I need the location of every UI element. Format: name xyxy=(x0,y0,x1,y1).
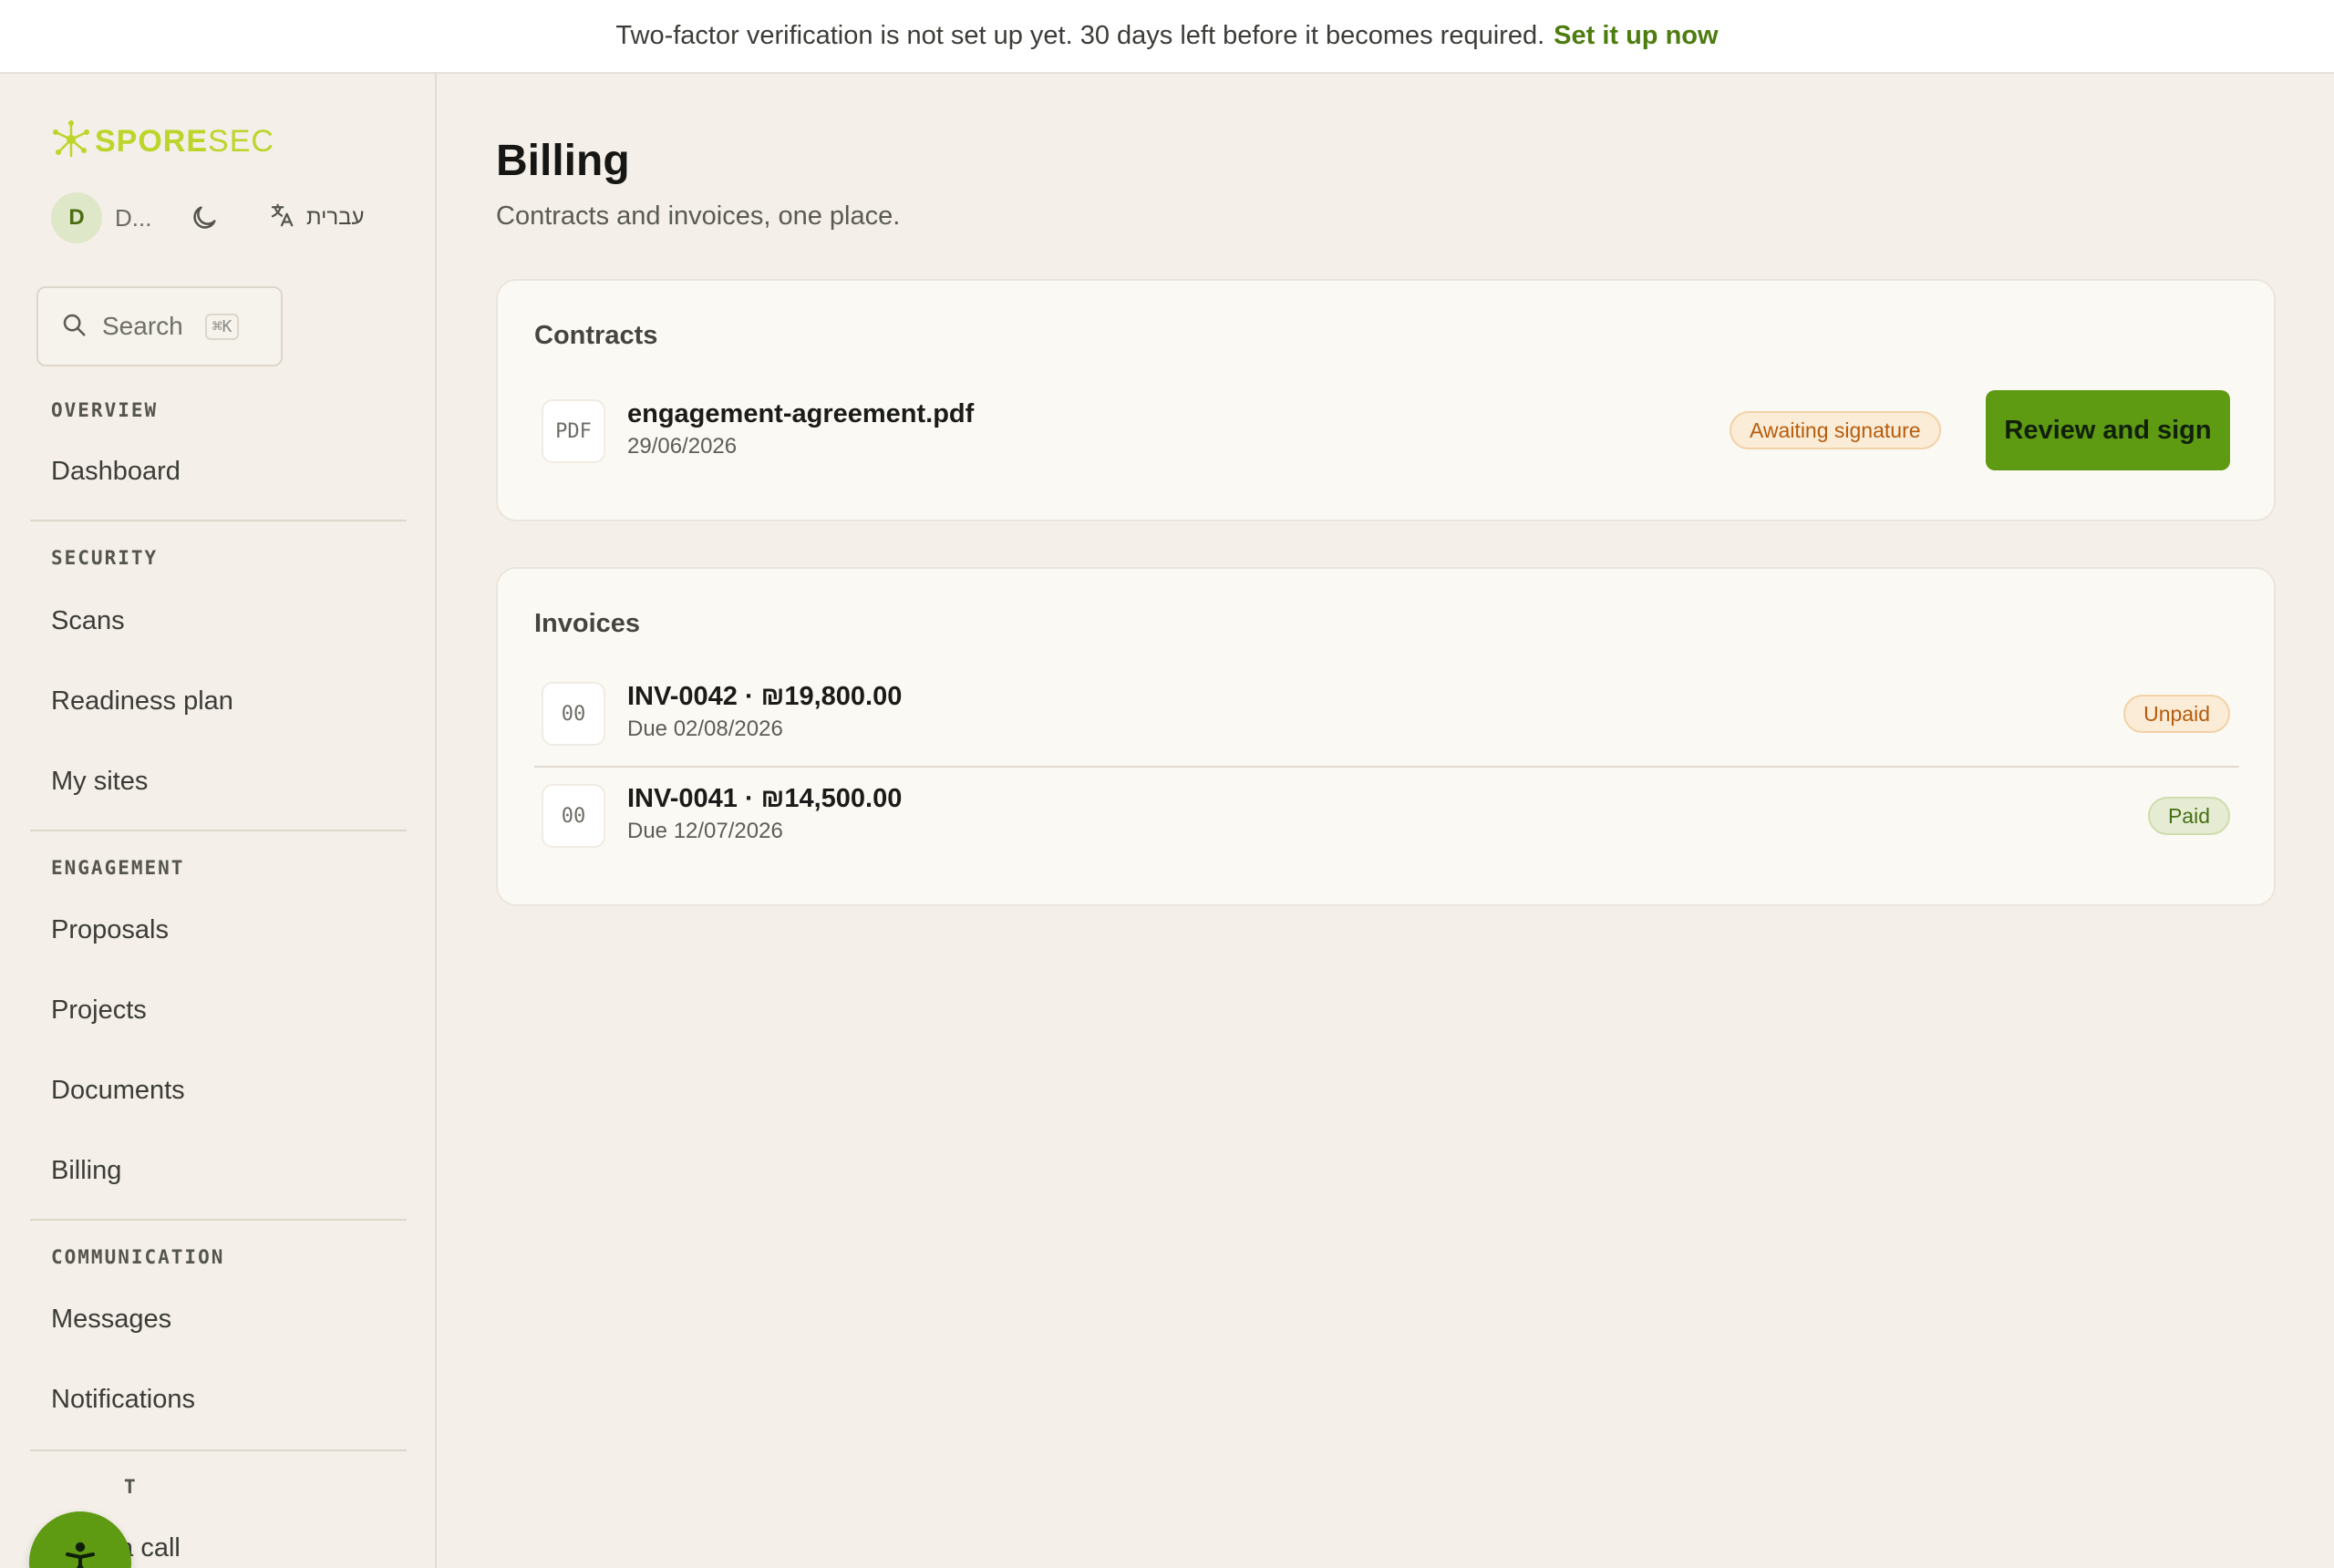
contract-date: 29/06/2026 xyxy=(627,434,738,459)
status-badge: Unpaid xyxy=(2123,695,2230,733)
sidebar-item-messages[interactable]: Messages xyxy=(51,1305,171,1335)
language-label: עברית xyxy=(306,205,365,230)
logo[interactable]: SPORESEC xyxy=(51,119,274,164)
search-shortcut-badge: ⌘K xyxy=(204,313,240,340)
sidebar-item-scans[interactable]: Scans xyxy=(51,606,125,636)
user-name[interactable]: D... xyxy=(115,204,151,232)
page-subtitle: Contracts and invoices, one place. xyxy=(496,201,901,231)
user-row: D D... עברית xyxy=(51,192,364,243)
accessibility-button[interactable] xyxy=(29,1511,131,1568)
invoice-due-date: Due 12/07/2026 xyxy=(627,819,783,843)
invoice-title[interactable]: INV-0042 · ₪19,800.00 xyxy=(627,682,902,712)
nav-section-engagement: ENGAGEMENT xyxy=(51,857,185,879)
nav-divider xyxy=(30,520,407,521)
sidebar-item-proposals[interactable]: Proposals xyxy=(51,915,169,945)
invoice-file-icon: 00 xyxy=(542,784,605,848)
sidebar-item-documents[interactable]: Documents xyxy=(51,1076,185,1106)
setup-2fa-link[interactable]: Set it up now xyxy=(1554,21,1718,51)
invoices-title: Invoices xyxy=(534,609,641,638)
sidebar-item-projects[interactable]: Projects xyxy=(51,995,147,1026)
accessibility-icon xyxy=(58,1539,102,1568)
invoice-due-date: Due 02/08/2026 xyxy=(627,717,783,741)
pdf-file-icon: PDF xyxy=(542,399,605,463)
logo-wordmark: SPORESEC xyxy=(95,124,274,159)
contracts-card: Contracts PDF engagement-agreement.pdf 2… xyxy=(496,279,2276,521)
nav-section-support: T xyxy=(124,1476,138,1498)
search-input[interactable]: Search ⌘K xyxy=(36,286,283,366)
banner-message: Two-factor verification is not set up ye… xyxy=(615,21,1545,50)
sidebar: SPORESEC D D... עברית Search ⌘K OVERVIEW… xyxy=(0,74,437,1568)
page-title: Billing xyxy=(496,137,630,185)
nav-divider xyxy=(30,1219,407,1221)
contract-filename[interactable]: engagement-agreement.pdf xyxy=(627,399,974,429)
review-and-sign-button[interactable]: Review and sign xyxy=(1986,390,2230,470)
moon-icon[interactable] xyxy=(188,201,221,234)
status-badge: Paid xyxy=(2147,797,2230,835)
sidebar-item-billing[interactable]: Billing xyxy=(51,1156,121,1186)
nav-section-overview: OVERVIEW xyxy=(51,399,159,421)
invoice-title[interactable]: INV-0041 · ₪14,500.00 xyxy=(627,784,902,814)
avatar[interactable]: D xyxy=(51,192,102,243)
contracts-title: Contracts xyxy=(534,321,658,350)
nav-section-communication: COMMUNICATION xyxy=(51,1246,225,1268)
invoices-card: Invoices 00 INV-0042 · ₪19,800.00 Due 02… xyxy=(496,567,2276,906)
invoice-file-icon: 00 xyxy=(542,682,605,746)
main-content: Billing Contracts and invoices, one plac… xyxy=(439,74,2334,1568)
two-factor-banner: Two-factor verification is not set up ye… xyxy=(0,0,2334,74)
status-badge: Awaiting signature xyxy=(1730,411,1941,449)
translate-icon xyxy=(268,201,295,235)
sidebar-item-dashboard[interactable]: Dashboard xyxy=(51,457,181,487)
nav-divider xyxy=(30,1449,407,1451)
row-divider xyxy=(534,766,2239,768)
nav-section-security: SECURITY xyxy=(51,547,159,569)
spore-logo-icon xyxy=(51,119,91,164)
search-icon xyxy=(60,311,88,343)
language-switcher[interactable]: עברית xyxy=(268,200,364,236)
search-label: Search xyxy=(102,312,183,340)
sidebar-item-my-sites[interactable]: My sites xyxy=(51,767,148,797)
nav-divider xyxy=(30,830,407,831)
sidebar-item-notifications[interactable]: Notifications xyxy=(51,1385,195,1415)
sidebar-item-readiness-plan[interactable]: Readiness plan xyxy=(51,686,233,717)
